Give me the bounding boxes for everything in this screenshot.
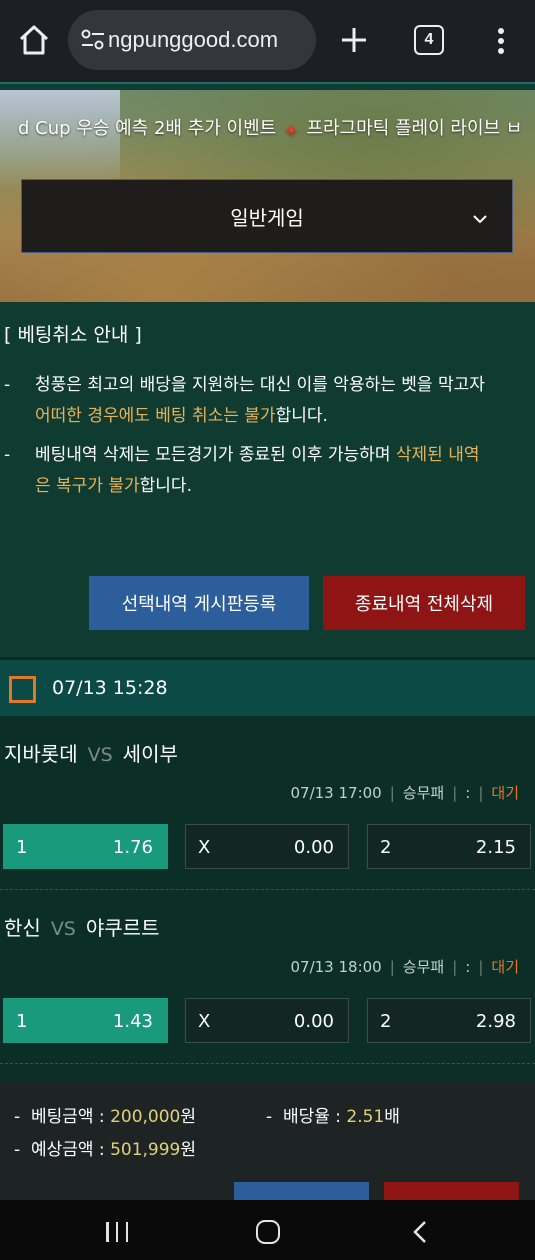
summary-action-button-blue[interactable]: [234, 1182, 369, 1202]
browser-toolbar: ngpunggood.com 4: [0, 0, 535, 82]
odd-label: X: [198, 1011, 211, 1032]
dash-icon: -: [266, 1107, 273, 1127]
odds-rate-row: - 배당율 : 2.51배: [266, 1102, 400, 1127]
match-meta: 07/13 18:00 | 승무패 |: | 대기: [290, 958, 520, 976]
odds-rate-label: 배당율 :: [282, 1107, 347, 1127]
bet-type: 승무패: [402, 784, 445, 802]
notice-item-2-tail: 합니다.: [139, 476, 192, 496]
event-marquee[interactable]: d Cup 우승 예측 2배 추가 이벤트 ◈ 프라그마틱 플레이 라이브 ㅂ: [0, 114, 535, 142]
system-nav-bar: [0, 1200, 535, 1260]
more-menu-icon[interactable]: [492, 26, 510, 56]
odds-rate-unit: 배: [384, 1107, 400, 1127]
dash-icon: -: [14, 1107, 21, 1127]
odd-value: 1.43: [112, 1011, 153, 1032]
away-team: 세이부: [122, 742, 178, 766]
home-icon[interactable]: [16, 22, 52, 58]
notice-item-2-highlight-1: 삭제된 내역: [395, 445, 480, 465]
expected-amount-value: 501,999: [110, 1140, 181, 1160]
new-tab-plus-icon[interactable]: [338, 24, 370, 56]
tab-switcher-icon[interactable]: 4: [414, 25, 444, 55]
odd-draw-button[interactable]: X 0.00: [185, 998, 349, 1043]
odd-label: 1: [16, 837, 28, 858]
game-type-select[interactable]: 일반게임: [21, 179, 513, 253]
won-unit: 원: [180, 1107, 197, 1127]
match-score: :: [465, 784, 471, 802]
marquee-text-1: d Cup 우승 예측 2배 추가 이벤트: [18, 118, 277, 139]
checkbox-icon[interactable]: [9, 676, 36, 703]
notice-item-2-line: 베팅내역 삭제는 모든경기가 종료된 이후 가능하며: [35, 445, 396, 465]
odd-value: 2.15: [475, 837, 516, 858]
match-time: 07/13 17:00: [290, 784, 382, 802]
notice-item-1-text: 청풍은 최고의 배당을 지원하는 대신 이를 악용하는 벳을 막고자어떠한 경우…: [35, 370, 529, 432]
match-row: 한신 VS 야쿠르트 07/13 18:00 | 승무패 |: | 대기 1 1.43 X 0.0…: [0, 890, 535, 1064]
notice-item-1-highlight: 어떠한 경우에도 베팅 취소는 불가: [35, 406, 276, 426]
register-selection-button[interactable]: 선택내역 게시판등록: [89, 576, 309, 630]
away-team: 야쿠르트: [85, 916, 160, 940]
odd-value: 0.00: [293, 837, 334, 858]
bet-amount-row: - 베팅금액 : 200,000원: [14, 1102, 196, 1127]
bet-amount-label: 베팅금액 :: [30, 1107, 111, 1127]
site-settings-icon[interactable]: [80, 28, 106, 52]
recent-apps-icon[interactable]: [106, 1222, 128, 1242]
match-teams: 한신 VS 야쿠르트: [4, 912, 159, 941]
bet-type: 승무패: [402, 958, 445, 976]
odds-rate-value: 2.51: [346, 1107, 385, 1127]
odd-label: X: [198, 837, 211, 858]
odd-away-button[interactable]: 2 2.98: [367, 998, 531, 1043]
notice-item-2: - 베팅내역 삭제는 모든경기가 종료된 이후 가능하며 삭제된 내역은 복구가…: [4, 440, 529, 502]
hero-banner: d Cup 우승 예측 2배 추가 이벤트 ◈ 프라그마틱 플레이 라이브 ㅂ …: [0, 90, 535, 302]
marquee-text-2: 프라그마틱 플레이 라이브 ㅂ: [306, 118, 523, 139]
dash-icon: -: [4, 375, 11, 395]
notice-title: [ 베팅취소 안내 ]: [4, 324, 142, 346]
notice-item-1: - 청풍은 최고의 배당을 지원하는 대신 이를 악용하는 벳을 막고자어떠한 …: [4, 370, 529, 432]
odd-value: 0.00: [293, 1011, 334, 1032]
odd-label: 2: [380, 837, 392, 858]
odd-value: 1.76: [112, 837, 153, 858]
odd-home-button[interactable]: 1 1.76: [3, 824, 168, 869]
odd-label: 2: [380, 1011, 392, 1032]
vs-label: VS: [50, 918, 76, 940]
match-status: 대기: [491, 784, 519, 802]
bet-summary: - 베팅금액 : 200,000원 - 배당율 : 2.51배 - 예상금액 :…: [0, 1082, 535, 1202]
notice-item-1-tail: 합니다.: [275, 406, 328, 426]
notice-item-1-line: 청풍은 최고의 배당을 지원하는 대신 이를 악용하는 벳을 막고자: [35, 375, 485, 395]
game-type-value: 일반게임: [230, 205, 304, 230]
won-unit: 원: [180, 1140, 197, 1160]
match-row: 지바롯데 VS 세이부 07/13 17:00 | 승무패 |: | 대기 1 1.76 X 0.…: [0, 716, 535, 890]
url-text: ngpunggood.com: [108, 27, 279, 52]
expected-amount-label: 예상금액 :: [30, 1140, 111, 1160]
notice-item-2-highlight-2: 은 복구가 불가: [35, 476, 140, 496]
odd-value: 2.98: [475, 1011, 516, 1032]
cancel-notice: [ 베팅취소 안내 ] - 청풍은 최고의 배당을 지원하는 대신 이를 악용하…: [0, 302, 535, 657]
match-meta: 07/13 17:00 | 승무패 |: | 대기: [290, 784, 520, 802]
chevron-down-icon: [472, 208, 488, 224]
home-team: 한신: [4, 916, 41, 940]
diamond-icon: ◈: [285, 122, 297, 138]
match-time: 07/13 18:00: [290, 958, 382, 976]
tab-count: 4: [424, 31, 434, 48]
odd-draw-button[interactable]: X 0.00: [185, 824, 349, 869]
bet-slip-date: 07/13 15:28: [52, 677, 168, 699]
header-divider: [0, 82, 535, 90]
home-team: 지바롯데: [4, 742, 78, 766]
match-list: 지바롯데 VS 세이부 07/13 17:00 | 승무패 |: | 대기 1 1.76 X 0.…: [0, 716, 535, 1082]
nav-home-icon[interactable]: [256, 1220, 280, 1244]
bet-slip-header: 07/13 15:28: [0, 660, 535, 716]
address-bar[interactable]: ngpunggood.com: [68, 10, 316, 70]
notice-item-2-text: 베팅내역 삭제는 모든경기가 종료된 이후 가능하며 삭제된 내역은 복구가 불…: [35, 440, 529, 502]
odd-away-button[interactable]: 2 2.15: [367, 824, 531, 869]
odd-label: 1: [16, 1011, 28, 1032]
vs-label: VS: [87, 744, 113, 766]
summary-action-button-red[interactable]: [384, 1182, 519, 1202]
match-score: :: [465, 958, 471, 976]
bet-amount-value: 200,000: [110, 1107, 181, 1127]
delete-finished-button[interactable]: 종료내역 전체삭제: [323, 576, 525, 630]
back-icon[interactable]: [410, 1220, 430, 1244]
odd-home-button[interactable]: 1 1.43: [3, 998, 168, 1043]
match-teams: 지바롯데 VS 세이부: [4, 738, 178, 767]
dash-icon: -: [4, 445, 11, 465]
match-status: 대기: [491, 958, 519, 976]
expected-amount-row: - 예상금액 : 501,999원: [14, 1135, 196, 1160]
dash-icon: -: [14, 1140, 21, 1160]
